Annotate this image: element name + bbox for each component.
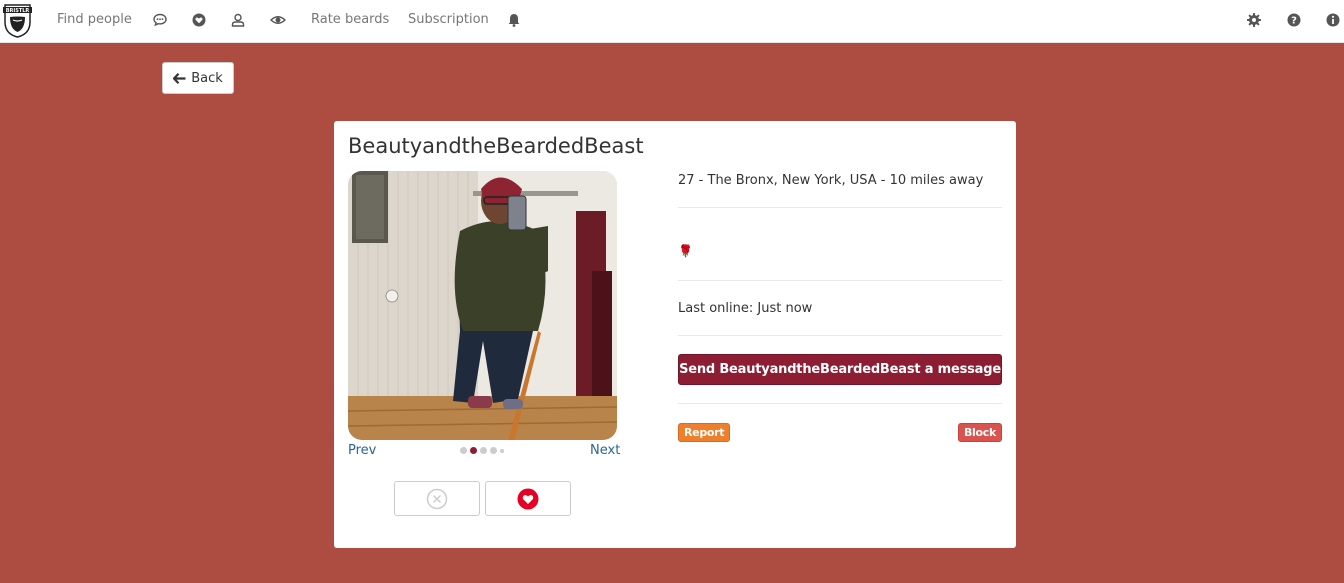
arrow-left-icon xyxy=(173,72,186,84)
profile-username: BeautyandtheBeardedBeast xyxy=(348,134,644,158)
help-icon[interactable]: ? xyxy=(1286,12,1302,28)
gear-icon[interactable] xyxy=(1246,12,1262,28)
like-button[interactable] xyxy=(485,481,571,516)
photo-dot[interactable] xyxy=(460,447,467,454)
nav-subscription[interactable]: Subscription xyxy=(408,12,489,27)
block-button[interactable]: Block xyxy=(957,423,1002,442)
photo-dot[interactable] xyxy=(490,447,497,454)
send-message-button[interactable]: Send BeautyandtheBeardedBeast a message xyxy=(678,354,1002,385)
photo-prev-link[interactable]: Prev xyxy=(348,443,376,458)
pass-button[interactable] xyxy=(394,481,480,516)
eye-icon[interactable] xyxy=(270,12,286,28)
divider xyxy=(678,403,1002,404)
divider xyxy=(678,207,1002,208)
user-icon[interactable] xyxy=(230,12,246,28)
report-button[interactable]: Report xyxy=(678,423,731,442)
photo-dot[interactable] xyxy=(500,448,504,453)
bristlr-logo[interactable]: BRISTLR xyxy=(2,2,33,38)
chat-icon[interactable] xyxy=(152,12,168,28)
back-label: Back xyxy=(191,70,223,86)
back-button[interactable]: Back xyxy=(162,62,234,94)
bell-icon[interactable] xyxy=(506,12,522,28)
divider xyxy=(678,280,1002,281)
close-circle-icon xyxy=(426,488,448,509)
photo-dot[interactable] xyxy=(480,447,487,454)
divider xyxy=(678,335,1002,336)
photo-pagination xyxy=(460,447,504,454)
photo-next-link[interactable]: Next xyxy=(590,443,620,458)
last-online-text: Last online: Just now xyxy=(678,301,813,316)
nav-find-people[interactable]: Find people xyxy=(57,12,132,27)
heart-icon xyxy=(517,488,539,509)
svg-text:?: ? xyxy=(1291,16,1297,27)
top-navbar: BRISTLR Find people Rate beards Subscrip… xyxy=(0,0,1344,43)
nav-rate-beards[interactable]: Rate beards xyxy=(311,12,389,27)
profile-emoji: 🌹 xyxy=(678,244,693,258)
photo-dot-active[interactable] xyxy=(470,447,477,454)
profile-details: 27 - The Bronx, New York, USA - 10 miles… xyxy=(678,173,984,188)
heart-icon[interactable] xyxy=(191,12,207,28)
profile-card: BeautyandtheBeardedBeast Prev Next 27 - … xyxy=(334,121,1016,548)
info-icon[interactable] xyxy=(1325,12,1341,28)
svg-text:BRISTLR: BRISTLR xyxy=(6,8,30,14)
profile-photo[interactable] xyxy=(348,171,617,440)
